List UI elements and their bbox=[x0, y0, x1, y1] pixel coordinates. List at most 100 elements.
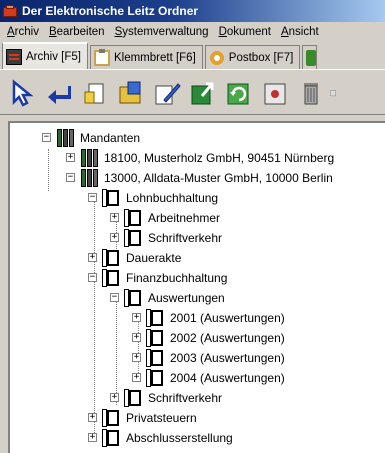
tree-node-folder[interactable]: + 2002 (Auswertungen) bbox=[132, 328, 285, 348]
scanner-icon bbox=[264, 83, 286, 104]
clipboard-icon bbox=[93, 48, 110, 66]
tree-node-label: 2004 (Auswertungen) bbox=[170, 371, 285, 385]
tree-node-label: Dauerakte bbox=[126, 251, 182, 265]
collapse-toggle[interactable]: − bbox=[88, 193, 97, 202]
tree-node-folder[interactable]: − Finanzbuchhaltung bbox=[88, 268, 228, 288]
binder-icon bbox=[146, 369, 166, 387]
tree-node-client[interactable]: + 18100, Musterholz GmbH, 90451 Nürnberg bbox=[66, 148, 335, 168]
window-title: Der Elektronische Leitz Ordner bbox=[22, 4, 199, 18]
tree-node-label: 2002 (Auswertungen) bbox=[170, 331, 285, 345]
back-button[interactable] bbox=[42, 76, 76, 110]
refresh-button[interactable] bbox=[222, 76, 256, 110]
expand-toggle[interactable]: + bbox=[88, 433, 97, 442]
binder-icon bbox=[124, 289, 144, 307]
tree-node-label: Auswertungen bbox=[148, 291, 225, 305]
tree-node-folder[interactable]: + 2004 (Auswertungen) bbox=[132, 368, 285, 388]
expand-toggle[interactable]: + bbox=[88, 413, 97, 422]
tree-node-folder[interactable]: + Dauerakte bbox=[88, 248, 182, 268]
scanner-button[interactable] bbox=[258, 76, 292, 110]
menu-ansicht[interactable]: Ansicht bbox=[276, 26, 324, 38]
archive-icon bbox=[6, 48, 22, 65]
cabinet-icon bbox=[80, 169, 100, 187]
binder-icon bbox=[102, 249, 122, 267]
expand-toggle[interactable]: + bbox=[88, 253, 97, 262]
tree-node-folder[interactable]: + Schriftverkehr bbox=[110, 228, 223, 248]
menu-systemverwaltung[interactable]: Systemverwaltung bbox=[110, 26, 214, 38]
title-bar: Der Elektronische Leitz Ordner bbox=[0, 0, 385, 22]
postbox-icon bbox=[208, 49, 225, 66]
tree-node-label: Finanzbuchhaltung bbox=[126, 271, 228, 285]
tree-node-mandanten[interactable]: − Mandanten bbox=[42, 128, 141, 148]
tab-overflow[interactable] bbox=[302, 45, 318, 69]
tree-node-label: Schriftverkehr bbox=[148, 231, 223, 245]
menu-archiv[interactable]: Archiv bbox=[2, 26, 44, 38]
overflow-tool-button[interactable] bbox=[330, 76, 338, 110]
tree-node-label: Arbeitnehmer bbox=[148, 211, 221, 225]
tree-node-folder[interactable]: − Auswertungen bbox=[110, 288, 225, 308]
tree-node-label: 18100, Musterholz GmbH, 90451 Nürnberg bbox=[104, 151, 335, 165]
select-arrow-button[interactable] bbox=[6, 76, 40, 110]
tree-node-folder[interactable]: + 2003 (Auswertungen) bbox=[132, 348, 285, 368]
tree-node-label: Privatsteuern bbox=[126, 411, 197, 425]
collapse-toggle[interactable]: − bbox=[66, 173, 75, 182]
collapse-toggle[interactable]: − bbox=[88, 273, 97, 282]
tree-node-label: 2001 (Auswertungen) bbox=[170, 311, 285, 325]
back-arrow-icon bbox=[48, 85, 71, 104]
export-icon bbox=[191, 82, 214, 104]
edit-button[interactable] bbox=[150, 76, 184, 110]
tree-node-label: Schriftverkehr bbox=[148, 391, 223, 405]
cabinet-icon bbox=[56, 129, 76, 147]
expand-toggle[interactable]: + bbox=[110, 213, 119, 222]
tree-node-folder[interactable]: + Privatsteuern bbox=[88, 408, 197, 428]
expand-toggle[interactable]: + bbox=[110, 393, 119, 402]
refresh-icon bbox=[227, 83, 249, 104]
menu-dokument[interactable]: Dokument bbox=[214, 26, 276, 38]
tab-postbox[interactable]: Postbox [F7] bbox=[204, 45, 301, 69]
tab-archiv-label: Archiv [F5] bbox=[26, 50, 81, 63]
archive-tree: − Mandanten + 18100, Musterholz GmbH, 90… bbox=[8, 121, 385, 453]
expand-toggle[interactable]: + bbox=[110, 233, 119, 242]
tree-node-client[interactable]: − 13000, Alldata-Muster GmbH, 10000 Berl… bbox=[66, 168, 333, 188]
cabinet-icon bbox=[80, 149, 100, 167]
tree-node-folder[interactable]: − Lohnbuchhaltung bbox=[88, 188, 219, 208]
app-icon bbox=[3, 4, 19, 18]
tab-bar: Archiv [F5] Klemmbrett [F6] Postbox [F7] bbox=[0, 42, 385, 70]
tree-line bbox=[48, 149, 49, 191]
tab-postbox-label: Postbox [F7] bbox=[228, 51, 294, 64]
tree-node-folder[interactable]: + 2001 (Auswertungen) bbox=[132, 308, 285, 328]
tree-node-label: 2003 (Auswertungen) bbox=[170, 351, 285, 365]
tree-node-folder[interactable]: + Schriftverkehr bbox=[110, 388, 223, 408]
select-arrow-icon bbox=[12, 78, 34, 107]
binder-icon bbox=[146, 329, 166, 347]
expand-toggle[interactable]: + bbox=[132, 313, 141, 322]
tree-node-label: Lohnbuchhaltung bbox=[126, 191, 219, 205]
collapse-toggle[interactable]: − bbox=[42, 133, 51, 142]
binder-icon bbox=[102, 189, 122, 207]
expand-toggle[interactable]: + bbox=[66, 153, 75, 162]
collapse-toggle[interactable]: − bbox=[110, 293, 119, 302]
delete-icon bbox=[304, 82, 318, 104]
expand-toggle[interactable]: + bbox=[132, 353, 141, 362]
tree-node-label: 13000, Alldata-Muster GmbH, 10000 Berlin bbox=[104, 171, 333, 185]
toolbar bbox=[0, 71, 385, 115]
menu-bearbeiten[interactable]: Bearbeiten bbox=[44, 26, 110, 38]
new-document-icon bbox=[84, 83, 104, 103]
tree-node-folder[interactable]: + Abschlusserstellung bbox=[88, 428, 233, 448]
folder-edit-button[interactable] bbox=[114, 76, 148, 110]
delete-button[interactable] bbox=[294, 76, 328, 110]
tab-archiv[interactable]: Archiv [F5] bbox=[2, 42, 88, 69]
binder-icon bbox=[146, 309, 166, 327]
tree-node-folder[interactable]: + Arbeitnehmer bbox=[110, 208, 221, 228]
tab-klemmbrett-label: Klemmbrett [F6] bbox=[113, 51, 196, 64]
partial-tool-icon bbox=[330, 89, 336, 96]
new-document-button[interactable] bbox=[78, 76, 112, 110]
export-button[interactable] bbox=[186, 76, 220, 110]
expand-toggle[interactable]: + bbox=[132, 373, 141, 382]
folder-edit-icon bbox=[119, 81, 141, 103]
tree-node-label: Mandanten bbox=[80, 131, 141, 145]
expand-toggle[interactable]: + bbox=[132, 333, 141, 342]
menu-bar: Archiv Bearbeiten Systemverwaltung Dokum… bbox=[0, 22, 385, 42]
tab-klemmbrett[interactable]: Klemmbrett [F6] bbox=[89, 45, 203, 69]
binder-icon bbox=[102, 409, 122, 427]
binder-icon bbox=[124, 389, 144, 407]
